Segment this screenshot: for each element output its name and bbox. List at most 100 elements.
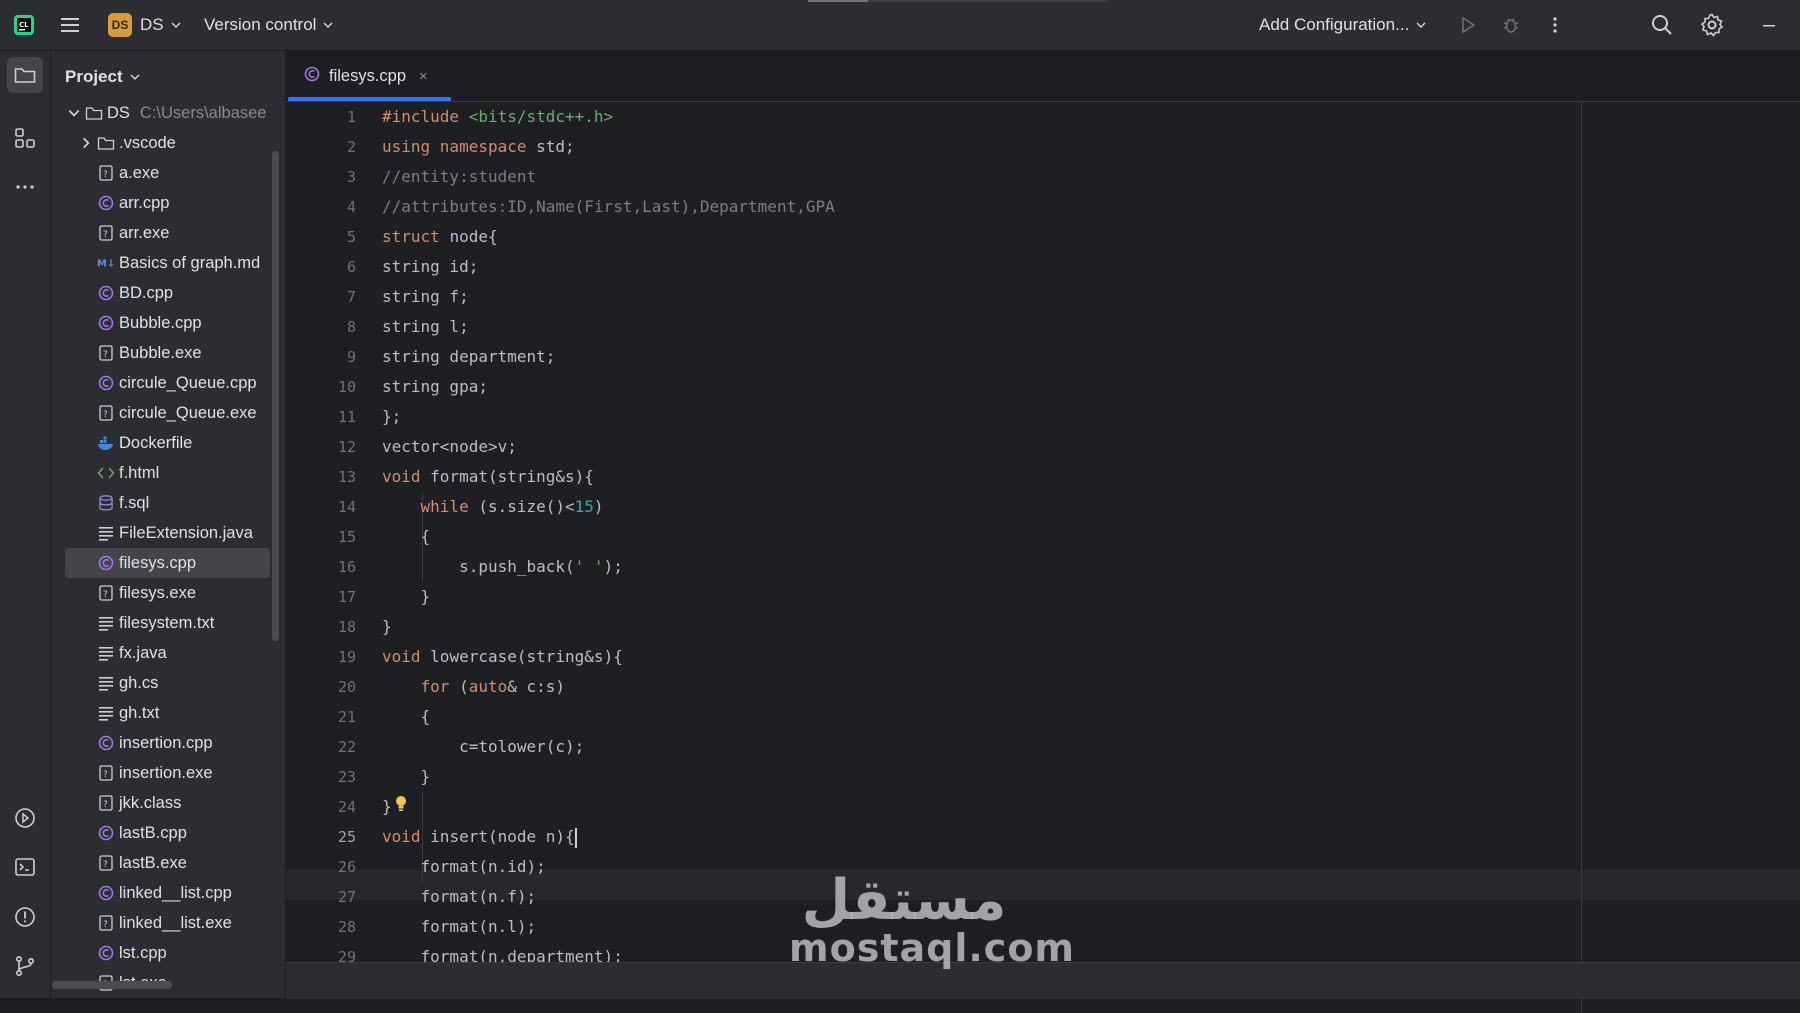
services-tool-button[interactable] xyxy=(7,800,43,836)
gear-icon xyxy=(1700,13,1724,37)
cpp-file-icon xyxy=(97,194,115,212)
git-branch-icon xyxy=(15,955,35,976)
tree-item[interactable]: lst.cpp xyxy=(51,938,285,968)
run-configuration-selector[interactable]: Add Configuration... xyxy=(1259,0,1427,50)
tree-item[interactable]: ? linked__list.exe xyxy=(51,908,285,938)
code-token: string department; xyxy=(382,347,556,366)
run-button[interactable] xyxy=(1458,0,1478,50)
tree-item[interactable]: ? arr.exe xyxy=(51,218,285,248)
tree-root-label: DS xyxy=(107,103,130,122)
chevron-right-icon[interactable] xyxy=(79,136,93,150)
version-control-menu[interactable]: Version control xyxy=(204,0,334,50)
tree-item[interactable]: fx.java xyxy=(51,638,285,668)
chevron-down-icon xyxy=(130,74,140,81)
project-switcher[interactable]: DS DS xyxy=(108,0,182,50)
tab-filesys-cpp[interactable]: filesys.cpp × xyxy=(287,51,451,101)
tree-item[interactable]: ? jkk.class xyxy=(51,788,285,818)
close-icon[interactable]: × xyxy=(419,68,428,85)
code-token: string f; xyxy=(382,287,469,306)
line-number: 16 xyxy=(337,558,356,576)
active-tab-indicator xyxy=(288,97,451,101)
tree-item[interactable]: arr.cpp xyxy=(51,188,285,218)
tree-item[interactable]: ? a.exe xyxy=(51,158,285,188)
project-badge: DS xyxy=(108,13,132,37)
app-logo-icon[interactable]: CL xyxy=(12,0,36,50)
code-token: void xyxy=(382,827,431,846)
settings-button[interactable] xyxy=(1700,0,1724,50)
git-tool-button[interactable] xyxy=(7,948,43,984)
line-number: 8 xyxy=(346,318,356,336)
tree-item[interactable]: f.html xyxy=(51,458,285,488)
line-number: 11 xyxy=(337,408,356,426)
code-token: <bits/stdc++.h> xyxy=(468,107,614,126)
code-line: format(n.f); xyxy=(382,882,835,912)
svg-text:?: ? xyxy=(103,920,108,930)
code-token: ' ' xyxy=(574,557,604,576)
tree-item[interactable]: filesystem.txt xyxy=(51,608,285,638)
tree-item[interactable]: gh.txt xyxy=(51,698,285,728)
project-panel-title: Project xyxy=(65,67,123,86)
terminal-tool-button[interactable] xyxy=(7,849,43,885)
text-file-icon xyxy=(97,644,115,662)
lightbulb-icon[interactable] xyxy=(394,793,408,823)
tree-item-label: circule_Queue.exe xyxy=(119,403,257,422)
tree-item[interactable]: Dockerfile xyxy=(51,428,285,458)
code-token: string l; xyxy=(382,317,469,336)
code-line: for (auto& c:s) xyxy=(382,672,835,702)
tree-item[interactable]: ? filesys.exe xyxy=(51,578,285,608)
tree-item[interactable]: M↓ Basics of graph.md xyxy=(51,248,285,278)
tree-item[interactable]: ? circule_Queue.exe xyxy=(51,398,285,428)
tree-item[interactable]: lastB.cpp xyxy=(51,818,285,848)
code-line: } xyxy=(382,792,835,822)
tree-item-label: filesys.cpp xyxy=(119,553,197,572)
chevron-down-icon[interactable] xyxy=(67,106,81,120)
tree-item[interactable]: filesys.cpp xyxy=(65,548,270,578)
run-icon xyxy=(1462,16,1476,34)
watermark-arabic: مستقل xyxy=(801,868,1007,933)
line-number: 17 xyxy=(337,588,356,606)
project-vertical-scrollbar[interactable] xyxy=(272,151,279,641)
more-actions-button[interactable] xyxy=(1545,0,1565,50)
main-menu-button[interactable] xyxy=(58,0,82,50)
tree-item[interactable]: linked__list.cpp xyxy=(51,878,285,908)
code-line: //attributes:ID,Name(First,Last),Departm… xyxy=(382,192,835,222)
tree-item[interactable]: circule_Queue.cpp xyxy=(51,368,285,398)
unknown-file-icon: ? xyxy=(97,404,115,422)
tree-item[interactable]: Bubble.cpp xyxy=(51,308,285,338)
project-panel: Project DS C:\Users\albasee .vscode? a.ex… xyxy=(51,51,285,998)
bug-icon xyxy=(1503,18,1519,33)
tree-item[interactable]: BD.cpp xyxy=(51,278,285,308)
tree-root-ds[interactable]: DS C:\Users\albasee xyxy=(51,98,285,128)
code-token: string id; xyxy=(382,257,479,276)
project-horizontal-scrollbar[interactable] xyxy=(52,981,172,989)
tree-item[interactable]: ? Bubble.exe xyxy=(51,338,285,368)
hamburger-icon xyxy=(61,18,79,32)
project-tool-button[interactable] xyxy=(7,57,43,93)
project-panel-header[interactable]: Project xyxy=(65,67,141,87)
tree-item[interactable]: ? lastB.exe xyxy=(51,848,285,878)
tree-item-label: filesys.exe xyxy=(119,583,197,602)
line-number: 7 xyxy=(346,288,356,306)
unknown-file-icon: ? xyxy=(97,224,115,242)
code-token: format(n.l); xyxy=(382,917,537,936)
debug-button[interactable] xyxy=(1501,0,1521,50)
version-control-label: Version control xyxy=(204,15,317,34)
minimize-button[interactable] xyxy=(1762,0,1776,50)
code-editor[interactable]: 1 2 3 4 5 6 7 8 9 10 11 12 13 14 15 16 17 18 19 20 21 22 23 24 2… xyxy=(286,102,1800,1013)
problems-tool-button[interactable] xyxy=(7,899,43,935)
tree-item[interactable]: .vscode xyxy=(51,128,285,158)
tree-item[interactable]: insertion.cpp xyxy=(51,728,285,758)
tree-item[interactable]: ? insertion.exe xyxy=(51,758,285,788)
tree-item-label: linked__list.exe xyxy=(119,913,232,932)
tree-item-label: fx.java xyxy=(119,643,167,662)
more-tools-button[interactable] xyxy=(7,169,43,205)
tree-item[interactable]: f.sql xyxy=(51,488,285,518)
code-token: lowercase(string&s){ xyxy=(430,647,623,666)
code-token: while xyxy=(420,497,479,516)
structure-tool-button[interactable] xyxy=(7,120,43,156)
search-button[interactable] xyxy=(1650,0,1674,50)
editor: filesys.cpp × 1 2 3 4 5 6 7 8 9 10 11 12 13 14 15 16 17 1… xyxy=(286,51,1800,1013)
tree-item[interactable]: gh.cs xyxy=(51,668,285,698)
cpp-file-icon xyxy=(97,554,115,572)
tree-item[interactable]: FileExtension.java xyxy=(51,518,285,548)
